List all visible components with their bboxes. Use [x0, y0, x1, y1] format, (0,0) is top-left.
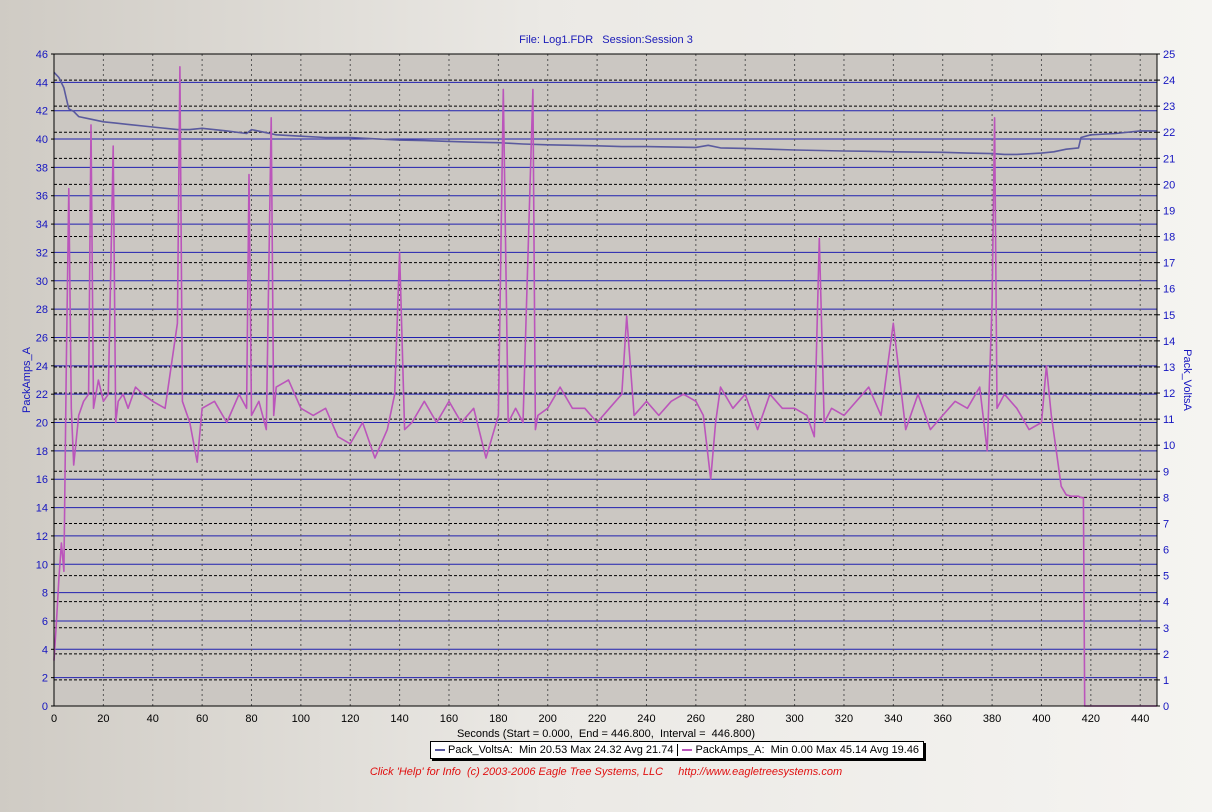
x-tick-label: 180 — [489, 713, 507, 725]
left-tick-label: 8 — [42, 588, 48, 600]
left-tick-label: 34 — [36, 219, 48, 231]
left-tick-label: 30 — [36, 276, 48, 288]
right-tick-label: 2 — [1163, 649, 1169, 661]
left-tick-label: 32 — [36, 247, 48, 259]
x-tick-label: 160 — [440, 713, 458, 725]
x-tick-label: 80 — [245, 713, 257, 725]
right-tick-label: 24 — [1163, 75, 1175, 87]
x-tick-label: 0 — [51, 713, 57, 725]
right-tick-label: 19 — [1163, 205, 1175, 217]
left-tick-label: 28 — [36, 304, 48, 316]
right-tick-label: 10 — [1163, 440, 1175, 452]
x-tick-label: 320 — [835, 713, 853, 725]
x-tick-label: 20 — [97, 713, 109, 725]
legend-name-amps: PackAmps_A — [695, 744, 762, 756]
right-tick-label: 5 — [1163, 571, 1169, 583]
x-tick-label: 440 — [1131, 713, 1149, 725]
x-tick-label: 140 — [390, 713, 408, 725]
x-tick-label: 260 — [687, 713, 705, 725]
left-tick-label: 44 — [36, 77, 48, 89]
left-tick-label: 14 — [36, 503, 48, 515]
right-tick-label: 1 — [1163, 675, 1169, 687]
right-tick-label: 17 — [1163, 258, 1175, 270]
left-tick-label: 20 — [36, 418, 48, 430]
x-tick-label: 280 — [736, 713, 754, 725]
x-tick-label: 60 — [196, 713, 208, 725]
left-tick-label: 22 — [36, 389, 48, 401]
legend-swatch-volts — [435, 749, 445, 751]
right-tick-label: 11 — [1163, 414, 1174, 426]
left-tick-label: 42 — [36, 106, 48, 118]
legend-stats-amps: Min 0.00 Max 45.14 Avg 19.46 — [770, 744, 920, 756]
x-tick-label: 400 — [1032, 713, 1050, 725]
x-tick-label: 340 — [884, 713, 902, 725]
left-tick-label: 2 — [42, 673, 48, 685]
right-tick-label: 0 — [1163, 701, 1169, 713]
right-tick-label: 22 — [1163, 127, 1175, 139]
x-tick-label: 40 — [147, 713, 159, 725]
right-tick-label: 8 — [1163, 492, 1169, 504]
left-tick-label: 4 — [42, 644, 48, 656]
x-tick-label: 220 — [588, 713, 606, 725]
right-tick-label: 18 — [1163, 232, 1175, 244]
right-tick-label: 6 — [1163, 545, 1169, 557]
legend-name-volts: Pack_VoltsA — [448, 744, 510, 756]
right-tick-label: 25 — [1163, 49, 1175, 61]
x-tick-label: 100 — [292, 713, 310, 725]
x-tick-label: 240 — [637, 713, 655, 725]
legend-stats-volts: Min 20.53 Max 24.32 Avg 21.74 — [518, 744, 674, 756]
left-tick-label: 6 — [42, 616, 48, 628]
left-tick-label: 40 — [36, 134, 48, 146]
x-tick-label: 380 — [983, 713, 1001, 725]
x-tick-label: 420 — [1082, 713, 1100, 725]
left-tick-label: 24 — [36, 361, 48, 373]
plot-area — [54, 54, 1157, 706]
left-tick-label: 16 — [36, 474, 48, 486]
right-axis-label: Pack_VoltsA — [1181, 349, 1193, 411]
footer-credits: Click 'Help' for Info (c) 2003-2006 Eagl… — [369, 766, 843, 778]
right-tick-label: 23 — [1163, 101, 1175, 113]
x-tick-label: 200 — [539, 713, 557, 725]
x-tick-label: 300 — [785, 713, 803, 725]
right-tick-label: 13 — [1163, 362, 1175, 374]
left-tick-label: 18 — [36, 446, 48, 458]
legend-swatch-amps — [682, 749, 693, 751]
right-tick-label: 12 — [1163, 388, 1175, 400]
right-tick-label: 3 — [1163, 623, 1169, 635]
right-tick-label: 21 — [1163, 153, 1175, 165]
left-tick-label: 46 — [36, 49, 48, 61]
chart-svg: 0246810121416182022242628303234363840424… — [21, 49, 1193, 725]
left-tick-label: 0 — [42, 701, 48, 713]
right-tick-label: 7 — [1163, 518, 1169, 530]
x-tick-label: 120 — [341, 713, 359, 725]
left-axis-label: PackAmps_A — [21, 346, 33, 413]
legend-sep: : — [509, 744, 519, 756]
legend[interactable]: Pack_VoltsA: Min 20.53 Max 24.32 Avg 21.… — [430, 741, 925, 759]
left-tick-label: 12 — [36, 531, 48, 543]
legend-entry-amps[interactable]: PackAmps_A: Min 0.00 Max 45.14 Avg 19.46 — [677, 744, 923, 756]
x-axis-label: Seconds (Start = 0.000, End = 446.800, I… — [456, 728, 756, 740]
legend-sep: : — [761, 744, 771, 756]
x-tick-label: 360 — [934, 713, 952, 725]
left-tick-label: 38 — [36, 162, 48, 174]
right-tick-label: 15 — [1163, 310, 1175, 322]
left-tick-label: 10 — [36, 559, 48, 571]
right-tick-label: 16 — [1163, 284, 1175, 296]
right-tick-label: 4 — [1163, 597, 1169, 609]
right-tick-label: 20 — [1163, 179, 1175, 191]
left-tick-label: 36 — [36, 191, 48, 203]
left-tick-label: 26 — [36, 332, 48, 344]
right-tick-label: 14 — [1163, 336, 1175, 348]
right-tick-label: 9 — [1163, 466, 1169, 478]
legend-entry-volts[interactable]: Pack_VoltsA: Min 20.53 Max 24.32 Avg 21.… — [431, 744, 677, 756]
